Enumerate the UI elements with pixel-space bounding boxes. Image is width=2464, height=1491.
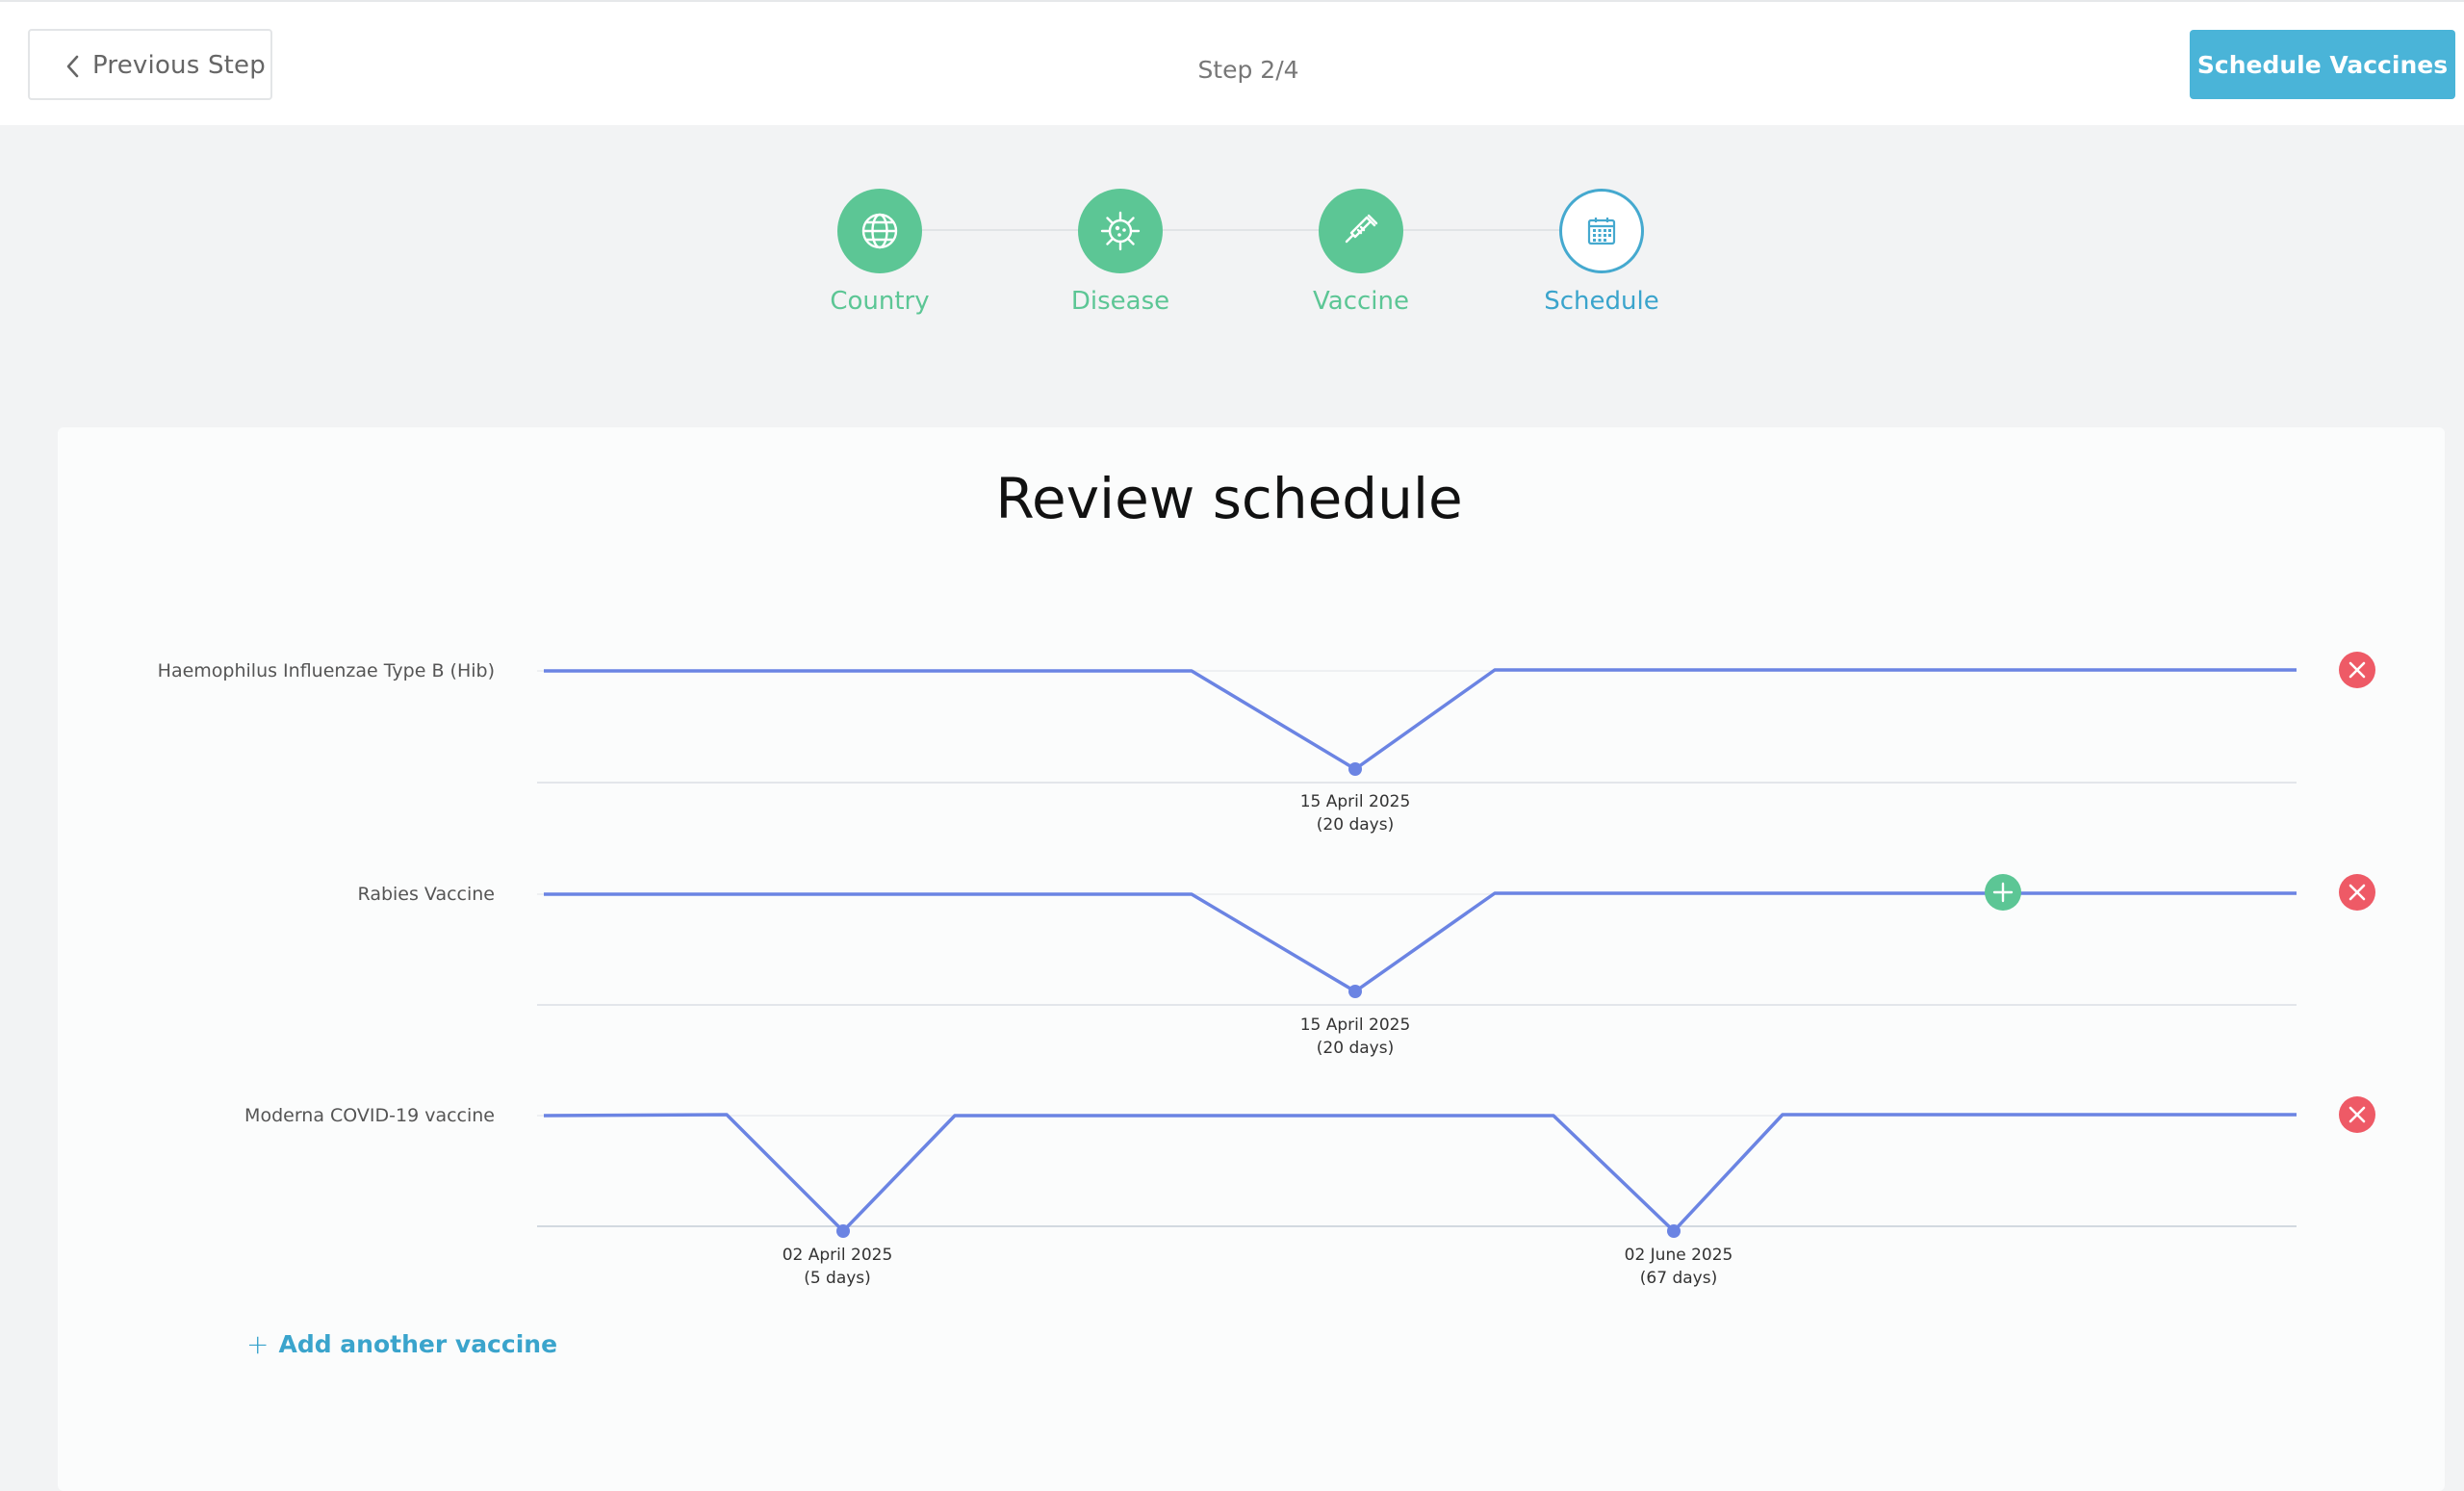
dose-days-label: (67 days) (1640, 1269, 1717, 1288)
add-another-vaccine-link[interactable]: + Add another vaccine (246, 1328, 557, 1360)
dose-line (544, 668, 2297, 771)
remove-vaccine-button[interactable] (2339, 1096, 2375, 1133)
add-dose-button[interactable] (1985, 874, 2021, 911)
dose-point[interactable] (1348, 762, 1362, 776)
dose-point[interactable] (1348, 985, 1362, 998)
schedule-timeline: 15 April 2025 (20 days) 15 April 2025 (2… (537, 652, 2375, 1288)
plus-icon: + (246, 1328, 270, 1360)
dose-days-label: (20 days) (1317, 815, 1394, 835)
dose-date-label: 02 April 2025 (783, 1246, 893, 1265)
dose-point[interactable] (836, 1224, 850, 1238)
remove-vaccine-button[interactable] (2339, 874, 2375, 911)
dose-date-label: 15 April 2025 (1300, 792, 1411, 811)
dose-date-label: 02 June 2025 (1625, 1246, 1733, 1265)
dose-line (543, 1113, 2297, 1233)
dose-line (544, 891, 2297, 993)
dose-point[interactable] (1667, 1224, 1681, 1238)
dose-days-label: (20 days) (1317, 1039, 1394, 1058)
add-another-vaccine-label: Add another vaccine (278, 1330, 558, 1358)
dose-date-label: 15 April 2025 (1300, 1015, 1411, 1035)
remove-vaccine-button[interactable] (2339, 652, 2375, 688)
dose-days-label: (5 days) (804, 1269, 871, 1288)
